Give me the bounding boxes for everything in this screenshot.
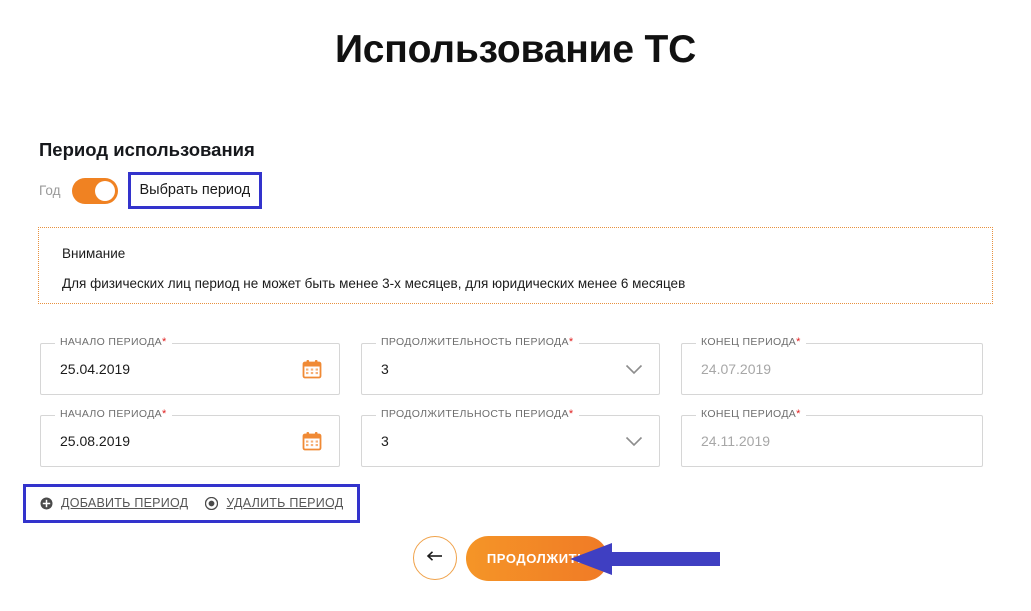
add-period-link[interactable]: ДОБАВИТЬ ПЕРИОД xyxy=(40,496,188,510)
calendar-icon[interactable] xyxy=(302,359,322,379)
end-date-field-1: КОНЕЦ ПЕРИОДА* 24.07.2019 xyxy=(681,336,983,395)
remove-period-link[interactable]: УДАЛИТЬ ПЕРИОД xyxy=(205,496,343,510)
warning-panel: Внимание Для физических лиц период не мо… xyxy=(38,227,993,304)
duration-value-1: 3 xyxy=(381,361,389,377)
warning-text: Для физических лиц период не может быть … xyxy=(62,276,686,291)
end-date-label-1: КОНЕЦ ПЕРИОДА* xyxy=(696,336,806,348)
start-date-field-2[interactable]: НАЧАЛО ПЕРИОДА* 25.08.2019 xyxy=(40,408,340,467)
arrow-left-icon xyxy=(425,549,445,567)
duration-label-1: ПРОДОЛЖИТЕЛЬНОСТЬ ПЕРИОДА* xyxy=(376,336,579,348)
add-period-label: ДОБАВИТЬ ПЕРИОД xyxy=(61,496,189,510)
start-date-value-1: 25.04.2019 xyxy=(60,361,131,377)
page-title: Использование ТС xyxy=(334,28,697,71)
start-date-label-1: НАЧАЛО ПЕРИОДА* xyxy=(55,336,172,348)
duration-select-1[interactable]: ПРОДОЛЖИТЕЛЬНОСТЬ ПЕРИОДА* 3 xyxy=(361,336,660,395)
chevron-down-icon[interactable] xyxy=(625,362,643,375)
toggle-label-select-period[interactable]: Выбрать период xyxy=(140,182,251,198)
period-mode-toggle-row: Год Выбрать период xyxy=(39,172,263,209)
warning-title: Внимание xyxy=(62,246,126,261)
switch-knob xyxy=(94,180,115,201)
back-button[interactable] xyxy=(413,536,457,580)
duration-value-2: 3 xyxy=(381,433,389,449)
end-date-value-1: 24.07.2019 xyxy=(701,361,772,377)
calendar-icon[interactable] xyxy=(302,431,322,451)
highlight-box-period-actions: ДОБАВИТЬ ПЕРИОД УДАЛИТЬ ПЕРИОД xyxy=(23,484,361,523)
end-date-field-2: КОНЕЦ ПЕРИОДА* 24.11.2019 xyxy=(681,408,983,467)
section-heading: Период использования xyxy=(39,139,255,160)
duration-select-2[interactable]: ПРОДОЛЖИТЕЛЬНОСТЬ ПЕРИОДА* 3 xyxy=(361,408,660,467)
highlight-box-select-period: Выбрать период xyxy=(127,172,263,209)
end-date-label-2: КОНЕЦ ПЕРИОДА* xyxy=(696,408,806,420)
start-date-field-1[interactable]: НАЧАЛО ПЕРИОДА* 25.04.2019 xyxy=(40,336,340,395)
start-date-label-2: НАЧАЛО ПЕРИОДА* xyxy=(55,408,172,420)
duration-label-2: ПРОДОЛЖИТЕЛЬНОСТЬ ПЕРИОДА* xyxy=(376,408,579,420)
submit-button[interactable]: ПРОДОЛЖИТЬ xyxy=(466,536,608,581)
period-mode-switch[interactable] xyxy=(71,177,118,204)
start-date-value-2: 25.08.2019 xyxy=(60,433,131,449)
end-date-value-2: 24.11.2019 xyxy=(701,433,771,449)
period-actions: ДОБАВИТЬ ПЕРИОД УДАЛИТЬ ПЕРИОД xyxy=(40,496,343,510)
toggle-label-year: Год xyxy=(39,183,61,198)
minus-circle-icon xyxy=(205,496,219,510)
chevron-down-icon[interactable] xyxy=(625,434,643,447)
plus-circle-icon xyxy=(40,497,53,510)
remove-period-label: УДАЛИТЬ ПЕРИОД xyxy=(226,496,344,510)
